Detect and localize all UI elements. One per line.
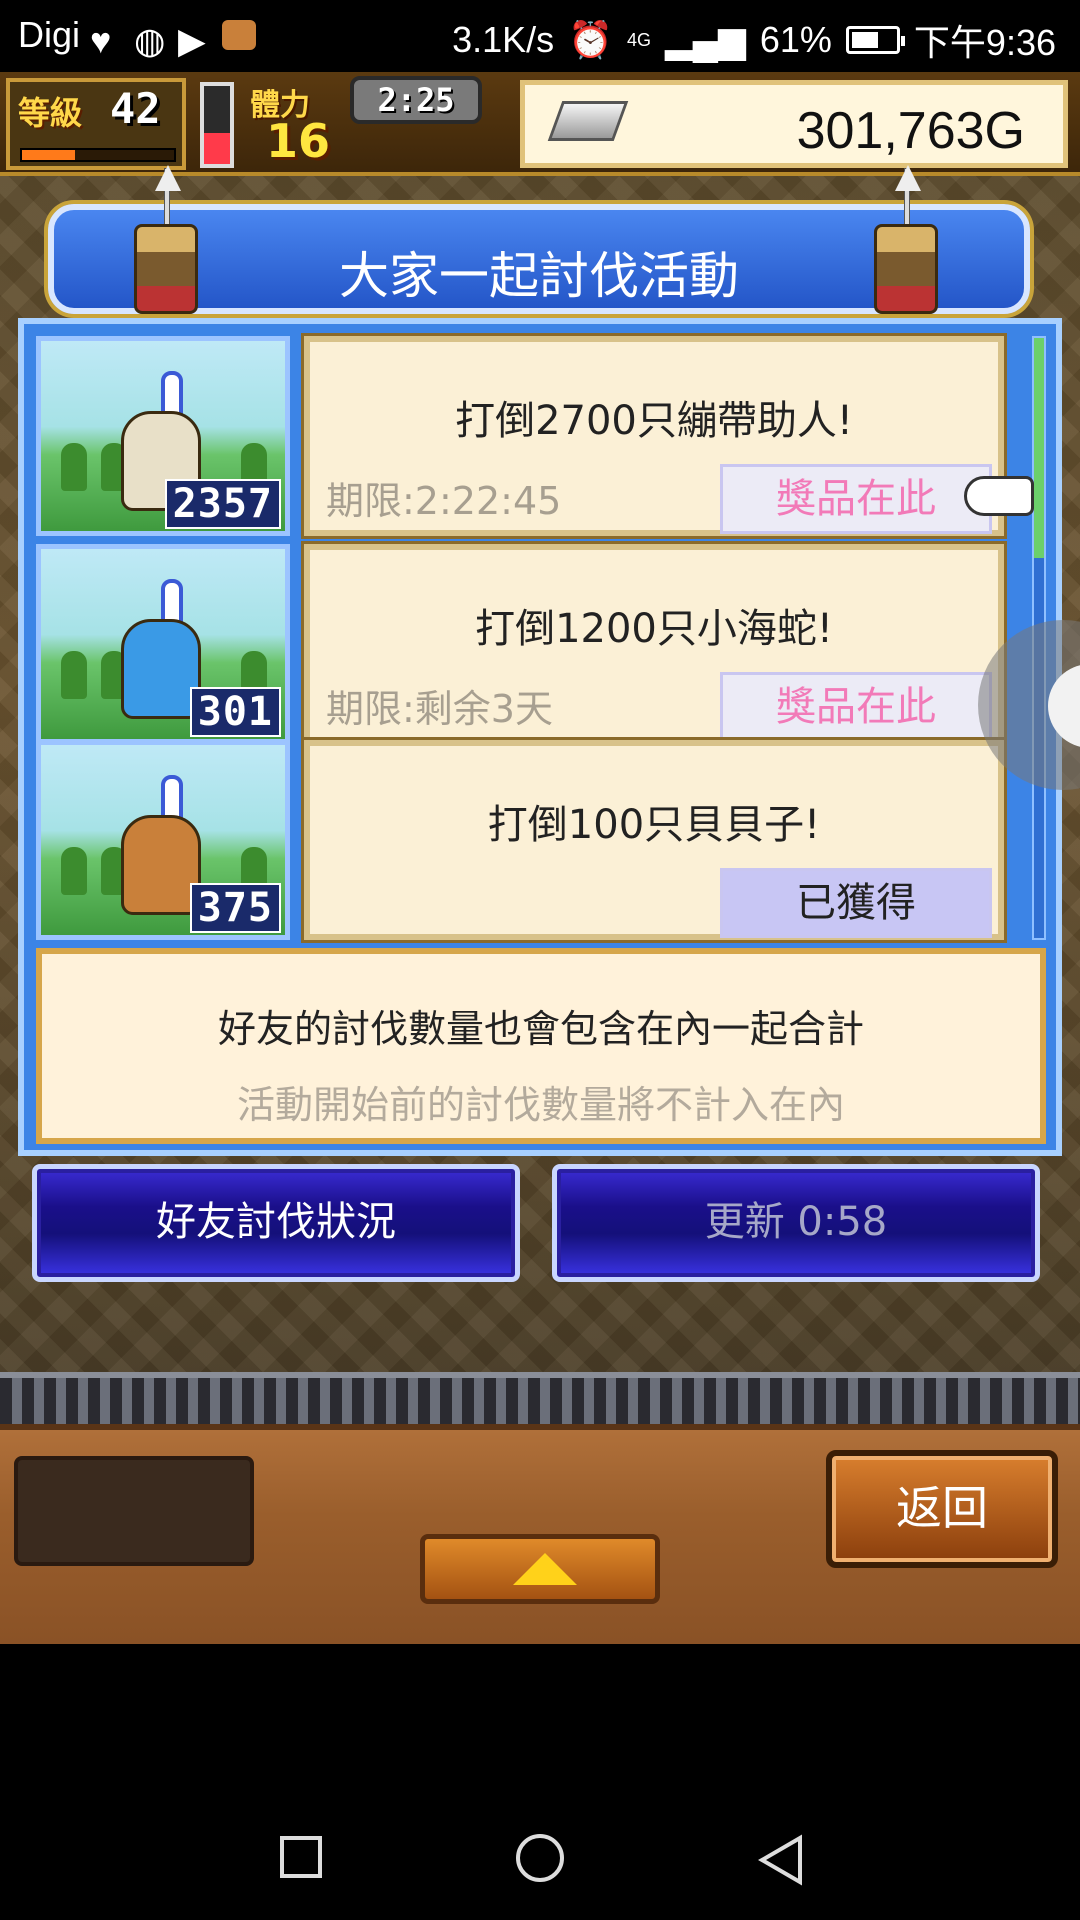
level-label: 等級 bbox=[18, 94, 83, 132]
prize-obtained-button[interactable]: 已獲得 bbox=[720, 868, 992, 938]
knight-right-icon bbox=[860, 165, 952, 318]
info-line-1: 好友的討伐數量也會包含在內一起合計 bbox=[217, 1007, 864, 1051]
battery-percent: 61% bbox=[759, 19, 832, 60]
bottom-bar: 返回 bbox=[0, 1424, 1080, 1644]
kill-count: 301 bbox=[189, 687, 281, 737]
mission-thumbnail: 2357 bbox=[36, 336, 290, 536]
pointer-hand-icon bbox=[964, 476, 1034, 516]
mission-thumbnail: 301 bbox=[36, 544, 290, 744]
prize-button[interactable]: 獎品在此 bbox=[720, 672, 992, 742]
mission-card: 打倒2700只繃帶助人! 期限:2:22:45 獎品在此 bbox=[301, 333, 1007, 539]
mission-card: 打倒100只貝貝子! 已獲得 bbox=[301, 737, 1007, 943]
game-app-icon bbox=[222, 20, 257, 50]
prize-button[interactable]: 獎品在此 bbox=[720, 464, 992, 534]
friends-status-button[interactable]: 好友討伐狀況 bbox=[32, 1164, 520, 1282]
level-progress-bar bbox=[20, 148, 176, 162]
stamina-timer: 2:25 bbox=[350, 76, 482, 124]
home-icon[interactable] bbox=[516, 1834, 564, 1882]
arrow-up-icon bbox=[513, 1553, 577, 1585]
gold-amount: 301,763G bbox=[796, 102, 1025, 160]
knight-left-icon bbox=[120, 165, 212, 318]
game-screen: 等級 42 體力 16 2:25 301,763G 大家一起討伐活動 2357 … bbox=[0, 72, 1080, 1644]
kill-count: 2357 bbox=[164, 479, 281, 529]
expand-up-button[interactable] bbox=[420, 1534, 660, 1604]
mission-panel: 2357 打倒2700只繃帶助人! 期限:2:22:45 獎品在此 301 打倒… bbox=[18, 318, 1062, 1156]
recent-apps-icon[interactable] bbox=[280, 1836, 322, 1878]
back-nav-icon[interactable] bbox=[756, 1834, 804, 1886]
info-box: 好友的討伐數量也會包含在內一起合計 活動開始前的討伐數量將不計入在內 bbox=[36, 948, 1046, 1144]
mission-thumbnail: 375 bbox=[36, 740, 290, 940]
mission-row: 375 打倒100只貝貝子! 已獲得 bbox=[36, 737, 1026, 943]
youtube-icon: ▶ bbox=[178, 20, 206, 61]
silver-ingot-icon bbox=[547, 101, 629, 141]
stamina-gauge bbox=[200, 82, 234, 168]
background-fence bbox=[0, 1372, 1080, 1430]
mission-card: 打倒1200只小海蛇! 期限:剩余3天 獎品在此 bbox=[301, 541, 1007, 747]
mission-target: 打倒1200只小海蛇! bbox=[475, 606, 833, 652]
clock: 下午9:36 bbox=[913, 22, 1056, 63]
network-speed: 3.1K/s bbox=[452, 19, 555, 60]
mission-deadline: 期限:剩余3天 bbox=[326, 687, 553, 731]
mission-row: 2357 打倒2700只繃帶助人! 期限:2:22:45 獎品在此 bbox=[36, 333, 1026, 539]
network-type: 4G bbox=[626, 29, 651, 50]
gold-display: 301,763G bbox=[520, 80, 1068, 168]
level-value: 42 bbox=[110, 84, 161, 133]
kill-count: 375 bbox=[189, 883, 281, 933]
top-hud: 等級 42 體力 16 2:25 301,763G bbox=[0, 72, 1080, 176]
battery-icon bbox=[845, 26, 905, 54]
mission-row: 301 打倒1200只小海蛇! 期限:剩余3天 獎品在此 bbox=[36, 541, 1026, 747]
status-left: Digi ♥ ◍ ▶ bbox=[18, 14, 257, 61]
heart-icon: ♥ bbox=[90, 20, 112, 61]
info-line-2: 活動開始前的討伐數量將不計入在內 bbox=[236, 1083, 845, 1127]
refresh-button[interactable]: 更新 0:58 bbox=[552, 1164, 1040, 1282]
mission-target: 打倒100只貝貝子! bbox=[487, 802, 821, 848]
carrier-label: Digi bbox=[18, 14, 81, 55]
back-button[interactable]: 返回 bbox=[826, 1450, 1058, 1568]
wechat-icon: ◍ bbox=[134, 20, 166, 61]
status-bar: Digi ♥ ◍ ▶ 3.1K/s ⏰ 4G ▂▄▆ 61% 下午9:36 bbox=[0, 0, 1080, 72]
level-box: 等級 42 bbox=[6, 78, 186, 170]
alarm-icon: ⏰ bbox=[568, 19, 613, 60]
status-right: 3.1K/s ⏰ 4G ▂▄▆ 61% 下午9:36 bbox=[452, 14, 1056, 66]
mission-deadline: 期限:2:22:45 bbox=[326, 479, 562, 523]
mission-target: 打倒2700只繃帶助人! bbox=[455, 398, 853, 444]
stamina-value: 16 bbox=[266, 114, 331, 168]
signal-icon: ▂▄▆ bbox=[664, 19, 746, 60]
empty-slot bbox=[14, 1456, 254, 1566]
